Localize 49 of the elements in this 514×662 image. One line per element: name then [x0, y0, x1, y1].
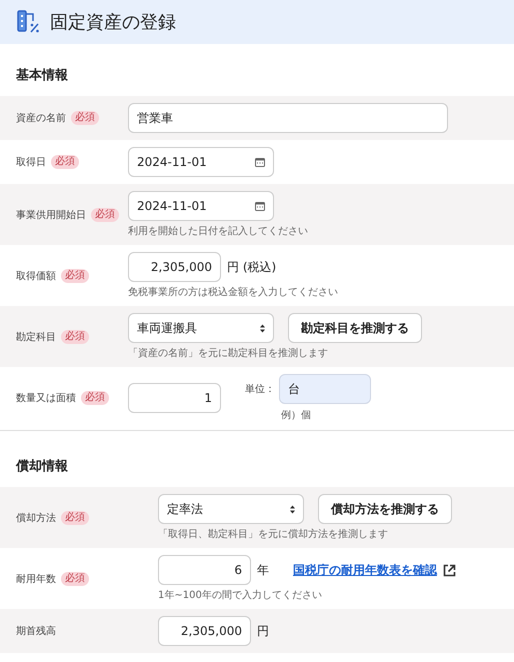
calendar-icon[interactable] — [255, 157, 265, 167]
required-badge: 必須 — [81, 391, 109, 405]
field-label: 勘定科目 — [16, 330, 56, 344]
field-label: 償却方法 — [16, 512, 56, 524]
hint-text: 「資産の名前」を元に勘定科目を推測します — [128, 346, 329, 360]
updown-icon — [290, 504, 295, 514]
required-badge: 必須 — [61, 268, 89, 282]
number-field[interactable]: 1 — [128, 383, 221, 413]
updown-icon — [260, 324, 265, 332]
hint-text: 利用を開始した日付を記入してください — [128, 224, 309, 238]
guess-button[interactable]: 勘定科目を推測する — [288, 313, 422, 343]
required-badge: 必須 — [91, 208, 119, 222]
hint-text: 「取得日、勘定科目」を元に償却方法を推測します — [158, 528, 389, 541]
date-field[interactable]: 2024-11-01 — [128, 147, 274, 177]
required-badge: 必須 — [51, 155, 79, 169]
field-label: 期首残高 — [16, 624, 56, 638]
number-field[interactable]: 2,305,000 — [158, 616, 251, 646]
section-title: 基本情報 — [15, 67, 69, 85]
hint-text: 免税事業所の方は税込金額を入力してください — [128, 286, 339, 299]
asset-document-icon — [16, 9, 42, 35]
required-badge: 必須 — [61, 330, 89, 344]
number-field[interactable]: 6 — [158, 555, 251, 585]
guess-button[interactable]: 償却方法を推測する — [318, 494, 452, 524]
field-label: 資産の名前 — [16, 112, 66, 125]
page-title: 固定資産の登録 — [50, 11, 176, 34]
section-title: 償却情報 — [14, 458, 69, 476]
unit-label: 単位： — [245, 383, 275, 396]
hint-text: 1年~100年の間で入力してください — [158, 588, 323, 602]
field-label: 耐用年数 — [16, 572, 56, 586]
select-field[interactable]: 車両運搬具 — [128, 313, 274, 343]
select-field[interactable]: 定率法 — [158, 494, 304, 524]
required-badge: 必須 — [61, 572, 89, 586]
field-label: 取得価額 — [16, 270, 56, 282]
number-field[interactable]: 2,305,000 — [128, 252, 221, 282]
example-text: 例）個 — [281, 409, 312, 422]
unit-text: 円 — [257, 622, 269, 640]
text-field[interactable]: 営業車 — [128, 103, 448, 133]
unit-field[interactable]: 台 — [279, 374, 371, 404]
required-badge: 必須 — [61, 510, 89, 524]
unit-text: 年 — [257, 562, 269, 578]
field-label: 取得日 — [16, 156, 46, 169]
date-field[interactable]: 2024-11-01 — [128, 191, 274, 221]
calendar-icon[interactable] — [255, 201, 265, 211]
reference-link[interactable]: 国税庁の耐用年数表を確認 — [293, 562, 437, 578]
external-link-icon[interactable] — [443, 564, 456, 576]
field-label: 数量又は面積 — [16, 392, 76, 405]
required-badge: 必須 — [71, 111, 99, 125]
field-label: 事業供用開始日 — [16, 208, 86, 222]
unit-text: 円 (税込) — [227, 258, 276, 276]
